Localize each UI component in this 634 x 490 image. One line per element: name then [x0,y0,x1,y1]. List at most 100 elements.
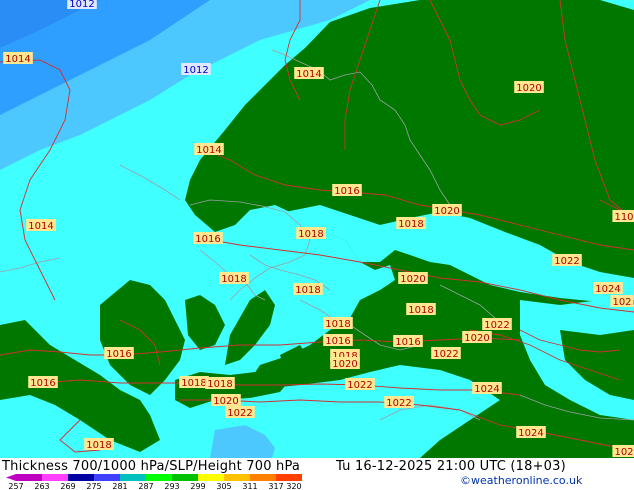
color-scale-swatches [6,474,302,481]
isobar-label-text: 1014 [28,221,53,232]
isobar-label: 1020 [398,272,428,285]
isobar-label-text: 1014 [296,69,321,80]
isobar-label: 1018 [323,317,353,330]
color-scale-tick: 269 [60,482,75,490]
weather-map: 1012 1014 1012 1014 1020 1014 1016 1020 1018 1014… [0,0,634,458]
isobar-label: 1012 [181,63,211,76]
isobar-label: 1014 [26,219,56,232]
isobar-label-text: 1018 [325,319,350,330]
isobar-label: 1016 [323,334,353,347]
isobar-label-text: 1020 [213,396,238,407]
isobar-label-text: 1024 [518,428,543,439]
isobar-label-text: 1020 [332,359,357,370]
isobar-label-text: 102 [612,297,631,308]
color-scale-swatch [250,474,276,481]
color-scale-tick: 305 [216,482,231,490]
credit-link[interactable]: ©weatheronline.co.uk [460,474,582,487]
isobar-label: 1022 [552,254,582,267]
isobar-label: 1018 [406,303,436,316]
color-scale-swatch [120,474,146,481]
isobar-label-text: 1018 [398,219,423,230]
color-scale-tick: 293 [164,482,179,490]
isobar-label-text: 1018 [298,229,323,240]
isobar-label-text: 102 [614,447,633,458]
color-scale-left-arrow [6,474,16,481]
color-scale-ticks: 257 263 269 275 281 287 293 299 305 311 317 320 [8,482,301,490]
forecast-datetime: Tu 16-12-2025 21:00 UTC (18+03) [336,459,566,474]
isobar-label-text: 1016 [395,337,420,348]
isobar-label-text: 1024 [595,284,620,295]
isobar-label-text: 1022 [386,398,411,409]
isobar-label: 1016 [393,335,423,348]
isobar-label-text: 1016 [195,234,220,245]
isobar-label-text: 1014 [5,54,30,65]
isobar-label: 1020 [462,331,492,344]
color-scale-tick: 311 [242,482,257,490]
isobar-label-text: 1022 [227,408,252,419]
color-scale-swatch [172,474,198,481]
isobar-label-text: 1016 [325,336,350,347]
isobar-label: 1016 [332,184,362,197]
isobar-label: 1018 [219,272,249,285]
isobar-label-text: 1018 [295,285,320,296]
isobar-label-text: 1020 [400,274,425,285]
isobar-label-text: 1014 [196,145,221,156]
isobar-label-text: 1022 [484,320,509,331]
isobar-label-text: 1016 [30,378,55,389]
isobar-label-text: 1016 [106,349,131,360]
color-scale-swatch [42,474,68,481]
color-scale-tick: 287 [138,482,153,490]
isobar-label: 1018 [396,217,426,230]
isobar-label-text: 1018 [207,379,232,390]
color-scale-swatch [16,474,42,481]
isobar-label: 1022 [225,406,255,419]
color-scale-tick: 281 [112,482,127,490]
isobar-label-text: 1012 [183,65,208,76]
isobar-label: 1014 [3,52,33,65]
isobar-label-text: 1018 [221,274,246,285]
isobar-label: 1024 [472,382,502,395]
isobar-label: 1022 [482,318,512,331]
isobar-label-text: 110 [614,212,633,223]
isobar-label: 1018 [296,227,326,240]
color-scale-swatch [68,474,94,481]
isobar-label: 1020 [432,204,462,217]
color-scale-swatch [94,474,120,481]
isobar-label: 1022 [345,378,375,391]
isobar-label: 1022 [431,347,461,360]
isobar-label-text: 1018 [408,305,433,316]
isobar-label-text: 1020 [434,206,459,217]
color-scale-tick: 275 [86,482,101,490]
isobar-label: 1018 [84,438,114,451]
isobar-label-text: 1022 [554,256,579,267]
isobar-label-text: 1020 [516,83,541,94]
isobar-label-text: 1012 [69,0,94,10]
isobar-label: 1022 [384,396,414,409]
color-scale-tick: 257 [8,482,23,490]
isobar-label: 1018 [293,283,323,296]
isobar-label: 1024 [593,282,623,295]
isobar-label: 1018 [179,376,209,389]
color-scale-tick: 299 [190,482,205,490]
isobar-label: 1016 [28,376,58,389]
color-scale-tick: 320 [286,482,301,490]
isobar-label: 1016 [193,232,223,245]
isobar-label-text: 1018 [86,440,111,451]
isobar-label: 1020 [330,357,360,370]
isobar-label: 1018 [205,377,235,390]
color-scale-swatch [198,474,224,481]
isobar-label: 1014 [194,143,224,156]
isobar-label: 1024 [516,426,546,439]
isobar-label: 1020 [514,81,544,94]
isobar-label-text: 1022 [347,380,372,391]
isobar-label: 1020 [211,394,241,407]
color-scale-tick: 317 [268,482,283,490]
isobar-label-text: 1022 [433,349,458,360]
thickness-color-scale: 257 263 269 275 281 287 293 299 305 311 317 320 [6,474,302,490]
isobar-label: 1014 [294,67,324,80]
isobar-label-text: 1016 [334,186,359,197]
isobar-label-text: 1018 [181,378,206,389]
isobar-label: 1012 [67,0,97,10]
isobar-label-text: 1024 [474,384,499,395]
color-scale-swatch [276,474,302,481]
